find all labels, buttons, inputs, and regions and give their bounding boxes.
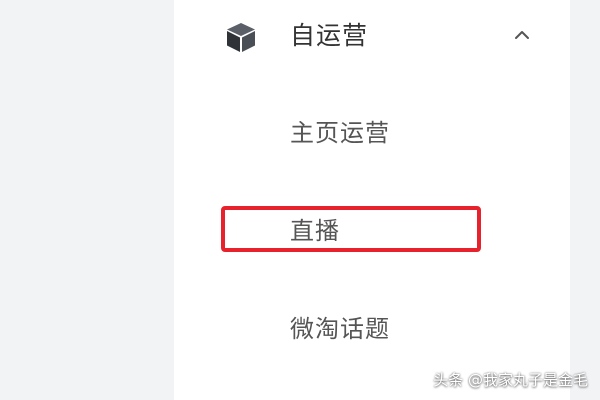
watermark-text: 头条 @我家丸子是金毛 (433, 371, 588, 389)
menu-group-title: 自运营 (290, 21, 369, 50)
right-gutter (570, 0, 600, 400)
menu-item-live[interactable]: 直播 (174, 206, 570, 256)
sidebar-menu: 自运营 主页运营 直播 微淘话题 (174, 0, 570, 400)
menu-item-homepage-operation[interactable]: 主页运营 (174, 108, 570, 158)
menu-item-label: 微淘话题 (290, 315, 390, 343)
menu-item-label: 直播 (290, 217, 340, 245)
menu-group-self-operation[interactable]: 自运营 (174, 8, 570, 64)
left-gutter (0, 0, 174, 400)
menu-item-label: 主页运营 (290, 119, 390, 147)
box-icon (227, 23, 255, 52)
chevron-up-icon[interactable] (512, 28, 532, 42)
menu-item-weitao-topics[interactable]: 微淘话题 (174, 304, 570, 354)
